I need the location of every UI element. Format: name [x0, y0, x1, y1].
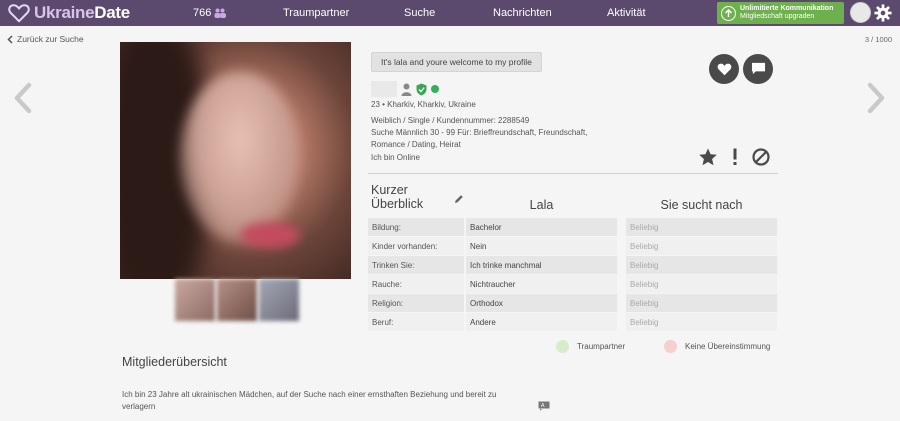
person-icon: [401, 83, 412, 96]
legend-match: Traumpartner: [556, 340, 625, 353]
heart-icon: [717, 63, 731, 76]
heart-logo-icon: [8, 4, 30, 23]
row-label: Religion:: [368, 294, 464, 312]
logo-text-ukraine: Ukraine: [34, 3, 95, 22]
legend-nomatch-label: Keine Übereinstimmung: [685, 342, 771, 351]
back-label: Zurück zur Suche: [17, 34, 84, 44]
username-placeholder: [371, 81, 397, 97]
translate-icon[interactable]: A: [538, 401, 550, 411]
nav-traumpartner[interactable]: Traumpartner: [283, 7, 349, 19]
members-online-count[interactable]: 766: [193, 7, 227, 19]
section-divider: [368, 173, 778, 174]
back-to-search-link[interactable]: Zurück zur Suche: [7, 34, 84, 44]
legend-match-dot: [556, 340, 569, 353]
photo-thumbnail[interactable]: [259, 279, 299, 321]
row-label: Bildung:: [368, 218, 464, 236]
row-seeks: Beliebig: [626, 218, 777, 236]
online-status-dot: [431, 85, 439, 93]
member-count-value: 766: [193, 7, 212, 19]
arrow-up-icon: [721, 5, 736, 21]
row-label: Kinder vorhanden:: [368, 237, 464, 255]
row-value: Bachelor: [466, 218, 617, 236]
row-seeks: Beliebig: [626, 275, 777, 293]
legend-nomatch-dot: [664, 340, 677, 353]
report-exclamation-icon[interactable]: [725, 147, 745, 167]
user-avatar[interactable]: [850, 2, 871, 23]
profile-badges: [371, 81, 439, 97]
column-header-seeks: Sie sucht nach: [660, 198, 743, 212]
edit-pencil-icon[interactable]: [454, 194, 464, 204]
online-status-text: Ich bin Online: [371, 153, 420, 162]
upgrade-button[interactable]: Unlimitierte Kommunikation Mitgliedschaf…: [717, 2, 844, 24]
profile-details-line2: Suche Männlich 30 - 99 Für: Brieffreunds…: [371, 128, 588, 137]
row-seeks: Beliebig: [626, 313, 777, 331]
legend-nomatch: Keine Übereinstimmung: [664, 340, 770, 353]
svg-text:A: A: [541, 403, 545, 409]
photo-thumbnails: [175, 279, 299, 321]
row-label: Trinken Sie:: [368, 256, 464, 274]
row-value: Nein: [466, 237, 617, 255]
column-header-name: Lala: [529, 198, 554, 212]
upgrade-title: Unlimitierte Kommunikation: [740, 4, 834, 12]
profile-details-line1: Weiblich / Single / Kundennummer: 228854…: [371, 116, 530, 125]
row-label: Beruf:: [368, 313, 464, 331]
chevron-left-icon: [7, 34, 13, 44]
nav-nachrichten[interactable]: Nachrichten: [493, 7, 552, 19]
next-profile-arrow-icon[interactable]: [866, 82, 886, 114]
profile-photo[interactable]: [120, 42, 351, 279]
profile-greeting: It's lala and youre welcome to my profil…: [371, 52, 542, 72]
site-logo[interactable]: UkraineDate: [8, 3, 130, 23]
row-seeks: Beliebig: [626, 256, 777, 274]
like-button[interactable]: [709, 54, 739, 84]
top-navigation-bar: UkraineDate 766 Traumpartner Suche Nachr…: [0, 0, 900, 26]
age-location: 23 • Kharkiv, Kharkiv, Ukraine: [371, 100, 476, 109]
upgrade-subtitle: Mitgliedschaft upgraden: [740, 13, 815, 20]
member-overview-title: Mitgliederübersicht: [122, 355, 227, 369]
row-value: Ich trinke manchmal: [466, 256, 617, 274]
overview-title: Kurzer Überblick: [371, 183, 424, 211]
profile-details-line3: Romance / Dating, Heirat: [371, 140, 461, 149]
star-favorite-icon[interactable]: [698, 147, 718, 167]
legend-match-label: Traumpartner: [577, 342, 626, 351]
photo-thumbnail[interactable]: [217, 279, 257, 321]
row-seeks: Beliebig: [626, 294, 777, 312]
photo-thumbnail[interactable]: [175, 279, 215, 321]
row-value: Nichtraucher: [466, 275, 617, 293]
about-text: Ich bin 23 Jahre alt ukrainischen Mädche…: [122, 390, 497, 411]
verified-shield-icon: [416, 83, 427, 95]
row-seeks: Beliebig: [626, 237, 777, 255]
previous-profile-arrow-icon[interactable]: [13, 82, 33, 114]
row-value: Andere: [466, 313, 617, 331]
row-label: Rauche:: [368, 275, 464, 293]
profile-pager: 3 / 1000: [864, 35, 892, 44]
chat-bubble-icon: [751, 62, 765, 75]
block-icon[interactable]: [751, 147, 771, 167]
people-icon: [214, 8, 227, 18]
gear-icon[interactable]: [874, 4, 892, 22]
nav-aktivitaet[interactable]: Aktivität: [607, 7, 646, 19]
row-value: Orthodox: [466, 294, 617, 312]
logo-text-date: Date: [94, 3, 130, 22]
message-button[interactable]: [743, 54, 773, 84]
nav-suche[interactable]: Suche: [404, 7, 435, 19]
